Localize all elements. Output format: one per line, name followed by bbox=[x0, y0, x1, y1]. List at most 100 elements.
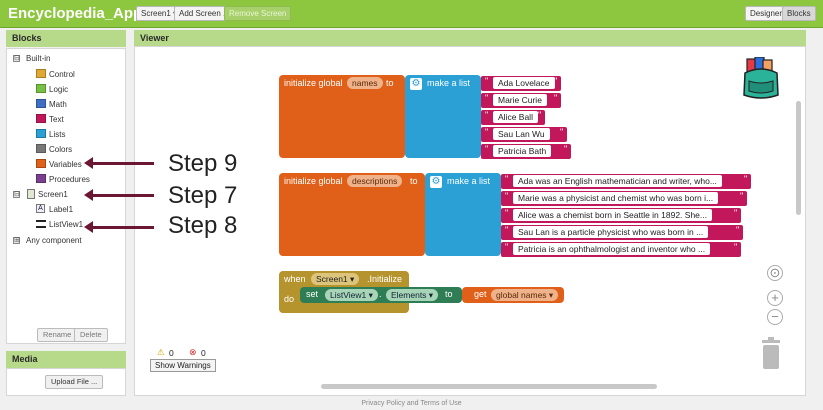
drawer-lists[interactable]: Lists bbox=[49, 130, 65, 139]
drawer-math[interactable]: Math bbox=[49, 100, 67, 109]
quote-icon: " bbox=[485, 127, 489, 137]
blocks-button[interactable]: Blocks bbox=[782, 6, 816, 21]
when-label: when bbox=[284, 274, 306, 284]
drawer-logic[interactable]: Logic bbox=[49, 85, 68, 94]
string-value[interactable]: Sau Lan Wu bbox=[493, 128, 550, 140]
step7-label: Step 7 bbox=[168, 182, 238, 209]
designer-button[interactable]: Designer bbox=[745, 6, 788, 21]
tree-screen1[interactable]: Screen1 bbox=[38, 190, 68, 199]
text-color-icon bbox=[36, 114, 46, 123]
string-value[interactable]: Alice Ball bbox=[493, 111, 538, 123]
mutator-gear-icon[interactable]: ⚙ bbox=[410, 78, 422, 90]
string-alice[interactable]: " Alice Ball " bbox=[481, 110, 545, 125]
string-desc-marie[interactable]: " Marie was a physicist and chemist who … bbox=[501, 191, 747, 206]
error-icon: ⊗ bbox=[189, 347, 197, 357]
set-listview-elements-block[interactable]: set ListView1 ▾ . Elements ▾ to bbox=[300, 287, 462, 303]
quote-icon: " bbox=[554, 93, 558, 103]
any-component-expand-icon[interactable]: ⊞ bbox=[13, 237, 20, 244]
init-names-block[interactable]: initialize global names to bbox=[279, 75, 405, 158]
quote-icon: " bbox=[734, 208, 738, 218]
descriptions-to-label: to bbox=[410, 176, 418, 186]
step9-label: Step 9 bbox=[168, 150, 238, 177]
mutator-gear-icon[interactable]: ⚙ bbox=[430, 176, 442, 188]
warning-icon: ⚠ bbox=[157, 347, 165, 357]
string-saulan[interactable]: " Sau Lan Wu " bbox=[481, 127, 567, 142]
remove-screen-button[interactable]: Remove Screen bbox=[224, 6, 292, 21]
string-desc-alice[interactable]: " Alice was a chemist born in Seattle in… bbox=[501, 208, 741, 223]
string-desc-ada[interactable]: " Ada was an English mathematician and w… bbox=[501, 174, 751, 189]
tree-label1[interactable]: Label1 bbox=[49, 205, 73, 214]
quote-icon: " bbox=[740, 191, 744, 201]
step9-arrow bbox=[84, 157, 154, 169]
delete-button[interactable]: Delete bbox=[74, 328, 108, 342]
backpack-icon[interactable] bbox=[741, 56, 781, 101]
screen1-collapse-icon[interactable]: ⊟ bbox=[13, 191, 20, 198]
string-patricia[interactable]: " Patricia Bath " bbox=[481, 144, 571, 159]
zoom-out-icon[interactable]: − bbox=[767, 309, 783, 325]
make-list-descriptions-block[interactable]: ⚙ make a list bbox=[425, 173, 501, 256]
make-list-names-block[interactable]: ⚙ make a list bbox=[405, 75, 481, 158]
drawer-control[interactable]: Control bbox=[49, 70, 75, 79]
quote-icon: " bbox=[505, 191, 509, 201]
init-descriptions-block[interactable]: initialize global descriptions to bbox=[279, 173, 425, 256]
horizontal-scrollbar[interactable] bbox=[321, 384, 657, 389]
quote-icon: " bbox=[485, 93, 489, 103]
tree-any-component[interactable]: Any component bbox=[26, 236, 82, 245]
set-label: set bbox=[306, 289, 319, 299]
string-value[interactable]: Alice was a chemist born in Seattle in 1… bbox=[513, 209, 712, 221]
step7-arrow bbox=[84, 189, 154, 201]
show-warnings-button[interactable]: Show Warnings bbox=[150, 359, 216, 372]
string-marie[interactable]: " Marie Curie " bbox=[481, 93, 561, 108]
zoom-in-icon[interactable]: + bbox=[767, 290, 783, 306]
rename-button[interactable]: Rename bbox=[37, 328, 78, 342]
step8-arrow bbox=[84, 221, 154, 233]
drawer-colors[interactable]: Colors bbox=[49, 145, 72, 154]
quote-icon: " bbox=[505, 225, 509, 235]
variables-color-icon bbox=[36, 159, 46, 168]
event-name-label: .Initialize bbox=[367, 274, 403, 284]
string-value[interactable]: Patricia Bath bbox=[493, 145, 552, 157]
string-value[interactable]: Marie Curie bbox=[493, 94, 547, 106]
quote-icon: " bbox=[744, 174, 748, 184]
string-ada[interactable]: " Ada Lovelace " bbox=[481, 76, 561, 91]
make-list-label: make a list bbox=[427, 78, 471, 88]
blocks-panel-header: Blocks bbox=[6, 30, 126, 47]
center-target-icon[interactable]: ⊙ bbox=[767, 265, 783, 281]
quote-icon: " bbox=[734, 242, 738, 252]
string-value[interactable]: Ada was an English mathematician and wri… bbox=[513, 175, 722, 187]
drawer-text[interactable]: Text bbox=[49, 115, 64, 124]
vertical-scrollbar[interactable] bbox=[796, 101, 801, 215]
string-value[interactable]: Marie was a physicist and chemist who wa… bbox=[513, 192, 719, 204]
top-bar: Encyclopedia_App Screen1 ▾ Add Screen ..… bbox=[0, 0, 823, 28]
builtin-label[interactable]: Built-in bbox=[26, 54, 50, 63]
names-to-label: to bbox=[386, 78, 394, 88]
event-component-dropdown[interactable]: Screen1 ▾ bbox=[311, 273, 360, 285]
lists-color-icon bbox=[36, 129, 46, 138]
upload-file-button[interactable]: Upload File ... bbox=[45, 375, 104, 389]
descriptions-variable[interactable]: descriptions bbox=[347, 175, 403, 187]
names-variable[interactable]: names bbox=[347, 77, 383, 89]
colors-color-icon bbox=[36, 144, 46, 153]
string-desc-patricia[interactable]: " Patricia is an ophthalmologist and inv… bbox=[501, 242, 741, 257]
property-dropdown[interactable]: Elements ▾ bbox=[386, 289, 439, 301]
drawer-procedures[interactable]: Procedures bbox=[49, 175, 90, 184]
set-component-dropdown[interactable]: ListView1 ▾ bbox=[325, 289, 378, 301]
media-panel: Upload File ... bbox=[6, 368, 126, 396]
string-value[interactable]: Ada Lovelace bbox=[493, 77, 555, 89]
procedures-color-icon bbox=[36, 174, 46, 183]
get-variable-dropdown[interactable]: global names ▾ bbox=[491, 289, 559, 301]
string-value[interactable]: Sau Lan is a particle physicist who was … bbox=[513, 226, 709, 238]
builtin-collapse-icon[interactable]: ⊟ bbox=[13, 55, 20, 62]
quote-icon: " bbox=[505, 174, 509, 184]
drawer-variables[interactable]: Variables bbox=[49, 160, 82, 169]
string-desc-saulan[interactable]: " Sau Lan is a particle physicist who wa… bbox=[501, 225, 743, 240]
screen-icon bbox=[27, 189, 35, 199]
quote-icon: " bbox=[554, 76, 558, 86]
footer-link[interactable]: Privacy Policy and Terms of Use bbox=[0, 400, 823, 407]
string-value[interactable]: Patricia is an ophthalmologist and inven… bbox=[513, 243, 711, 255]
listview-component-icon bbox=[36, 220, 46, 228]
tree-listview1[interactable]: ListView1 bbox=[49, 220, 83, 229]
get-global-names-block[interactable]: get global names ▾ bbox=[462, 287, 564, 303]
math-color-icon bbox=[36, 99, 46, 108]
trash-icon[interactable] bbox=[759, 337, 783, 371]
